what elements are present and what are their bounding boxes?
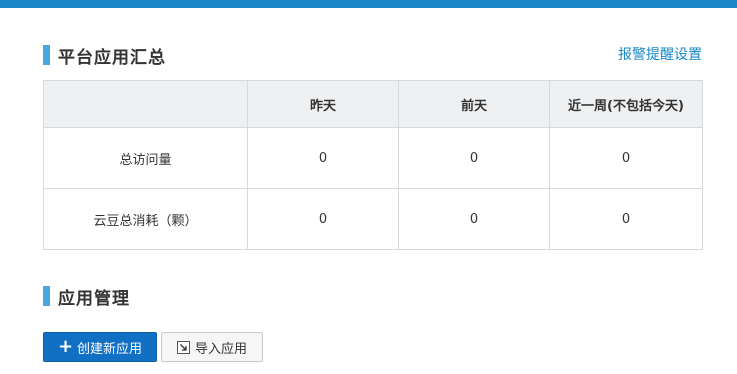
column-header-last-week: 近一周(不包括今天) [549,80,703,128]
alert-settings-link[interactable]: 报警提醒设置 [618,44,702,64]
row-label-cloud-bean-consumption: 云豆总消耗（颗） [43,188,248,250]
plus-icon: + [57,336,74,357]
table-cell: 0 [247,127,399,189]
import-app-button[interactable]: 导入应用 [161,332,263,362]
platform-summary-header: 平台应用汇总 [43,45,166,68]
app-management-header: 应用管理 [43,286,130,309]
import-app-label: 导入应用 [194,341,247,357]
column-header-yesterday: 昨天 [247,80,399,128]
table-cell: 0 [398,188,550,250]
column-header [43,80,248,128]
column-header-day-before: 前天 [398,80,550,128]
row-label-total-visits: 总访问量 [43,127,248,189]
section-marker [43,45,50,65]
table-cell: 0 [549,188,703,250]
section-marker [43,286,50,306]
import-icon [176,340,190,354]
table-header-row: 昨天 前天 近一周(不包括今天) [43,80,703,128]
table-row: 总访问量 0 0 0 [43,127,703,189]
table-row: 云豆总消耗（颗） 0 0 0 [43,188,703,250]
top-accent-bar [0,0,737,8]
platform-summary-table: 昨天 前天 近一周(不包括今天) 总访问量 0 0 0 云豆总消耗（颗） 0 0… [43,80,703,250]
platform-summary-title: 平台应用汇总 [58,47,166,68]
create-app-button[interactable]: + 创建新应用 [43,332,157,362]
table-cell: 0 [549,127,703,189]
table-cell: 0 [398,127,550,189]
table-cell: 0 [247,188,399,250]
app-management-title: 应用管理 [58,288,130,309]
create-app-label: 创建新应用 [77,341,143,357]
